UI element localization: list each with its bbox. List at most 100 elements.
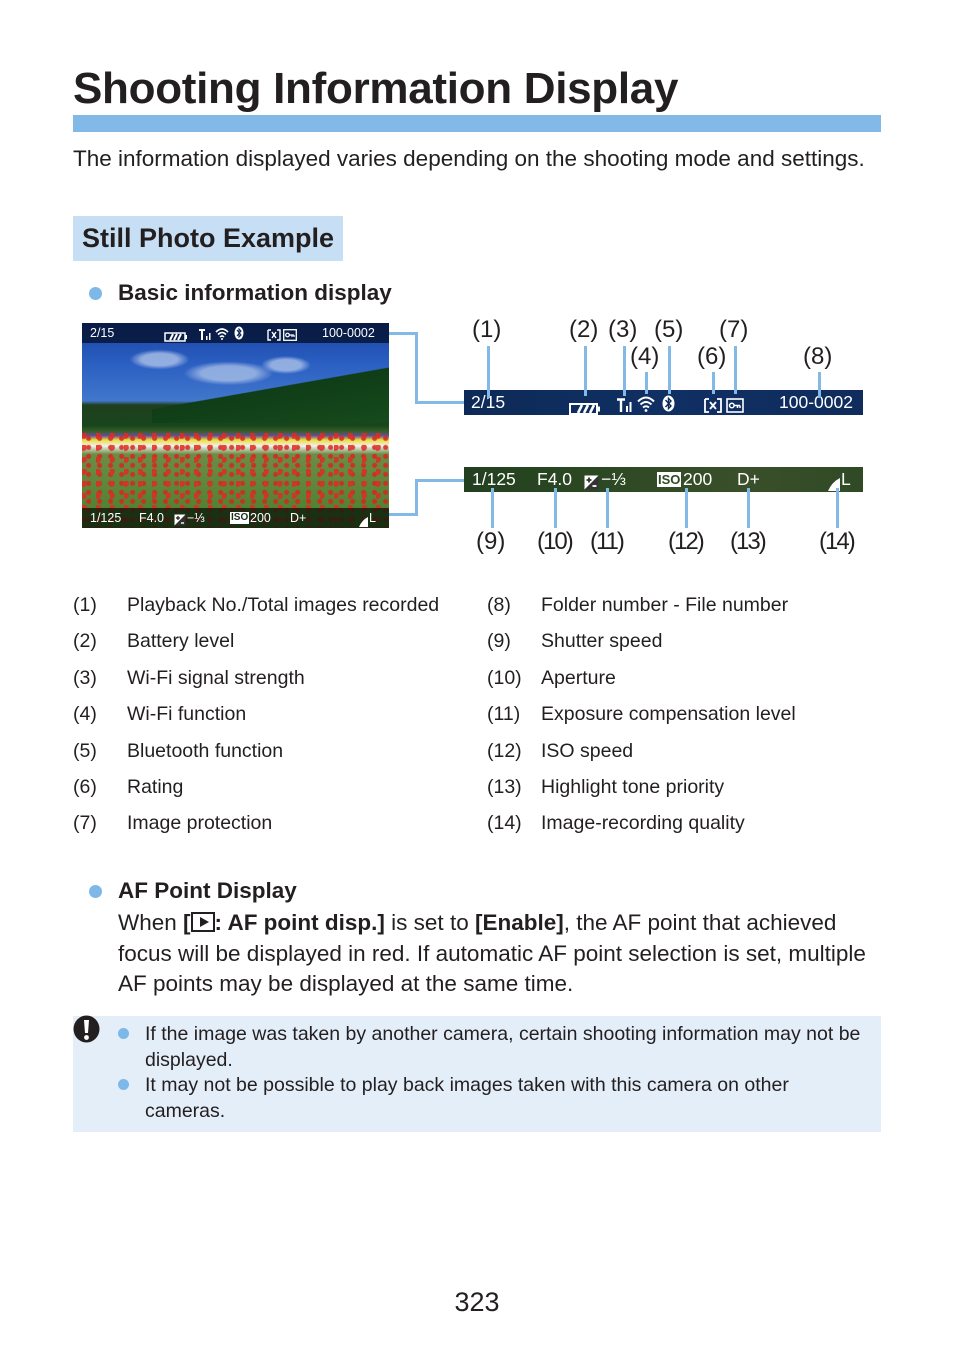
legend-number: (3) [73,666,97,689]
legend-label: Rating [127,776,184,798]
bullet-icon [118,1028,129,1039]
bullet-icon [89,287,102,300]
page-title: Shooting Information Display [73,64,679,113]
wifi-icon [215,326,229,346]
leader-line-2 [584,346,587,396]
legend-label: Highlight tone priority [541,776,725,798]
legend-number: (10) [487,666,522,689]
legend-label: Exposure compensation level [541,703,796,726]
osd-exposure-comp: −⅓ [187,511,205,525]
af-text-when: When [118,910,184,935]
callout-7: (7) [719,316,749,343]
leader-line-5 [668,346,671,394]
osd-shutter: 1/125 [90,511,122,525]
legend-label: Folder number - File number [541,594,789,616]
leader-line-4 [645,372,648,394]
af-point-heading: AF Point Display [118,878,297,903]
connector-line [415,479,464,482]
callout-8: (8) [803,343,833,370]
bluetooth-icon [662,394,675,419]
legend-label: ISO speed [541,739,634,762]
callout-3: (3) [608,316,638,343]
basic-info-heading: Basic information display [118,280,392,305]
af-menu-item: : AF point disp.] [214,910,385,935]
af-setting: [Enable] [474,910,564,935]
strip-exposure-comp: −⅓ [601,469,626,489]
protect-icon [726,395,744,420]
osd-aperture: F4.0 [139,511,165,525]
leader-line-13 [747,488,750,528]
bullet-icon [118,1079,129,1090]
signal-strength-icon [616,395,632,420]
enlarged-osd-bottom: 1/125 F4.0 −⅓ ISO 200 D+ L [464,467,863,492]
leader-line-14 [836,488,839,528]
osd-playback: 2/15 [90,326,115,340]
legend-label: Image-recording quality [541,812,745,835]
caution-item-1: If the image was taken by another camera… [145,1023,861,1071]
leader-line-3 [623,346,626,396]
callout-10: (10) [537,528,574,555]
callout-11: (11) [590,528,625,555]
intro-paragraph: The information displayed varies dependi… [73,146,865,171]
bluetooth-icon [234,326,244,346]
callout-4: (4) [630,343,660,370]
af-point-paragraph: When [: AF point disp.] is set to [Enabl… [118,908,878,1000]
connector-line [389,332,417,335]
iso-icon: ISO [657,472,682,487]
legend-label: Wi-Fi function [127,703,247,726]
photo-osd-top: 2/15 100-0002 [82,323,389,343]
legend-number: (2) [73,630,97,653]
enlarged-osd-top: 2/15 100-0002 [464,390,863,415]
photo-osd-bottom: 1/125 F4.0 −⅓ ISO 200 D+ L [82,508,389,528]
legend-label: Image protection [127,812,273,835]
legend-number: (7) [73,812,97,835]
leader-line-7 [734,346,737,394]
legend-label: Aperture [541,666,616,689]
callout-12: (12) [668,528,705,555]
osd-highlight-tone: D+ [290,511,307,525]
af-bracket-open: [ [183,910,191,935]
page-number: 323 [454,1287,500,1317]
caution-icon [72,1015,102,1045]
legend-number: (14) [487,812,522,835]
callout-9: (9) [476,528,506,555]
legend-number: (6) [73,776,97,798]
battery-icon [569,397,601,422]
legend-number: (1) [73,594,97,616]
legend-number: (11) [487,703,521,726]
leader-line-1 [487,346,490,398]
osd-iso: 200 [250,511,271,525]
battery-icon [164,328,188,348]
connector-line [415,332,418,404]
sample-photo: 2/15 100-0002 1/125 F4.0 −⅓ ISO 200 D+ L [82,323,389,528]
callout-5: (5) [654,316,684,343]
caution-item-2: It may not be possible to play back imag… [145,1074,789,1122]
callout-14: (14) [819,528,856,555]
osd-folder-file: 100-0002 [322,326,375,340]
title-underline-bar [73,115,881,132]
wifi-icon [637,394,655,419]
legend-number: (8) [487,594,511,616]
bullet-icon [89,885,102,898]
leader-line-9 [491,488,494,528]
legend-label: Shutter speed [541,630,663,653]
leader-line-8 [818,372,821,398]
leader-line-11 [606,488,609,528]
legend-label: Playback No./Total images recorded [127,594,440,616]
legend-number: (9) [487,630,511,653]
callout-13: (13) [730,528,767,555]
playback-menu-icon [190,912,215,932]
legend-number: (4) [73,703,97,726]
callout-1: (1) [472,316,502,343]
quality-large-icon [359,513,368,528]
callout-2: (2) [569,316,599,343]
signal-strength-icon [198,327,212,347]
connector-line [415,401,464,404]
legend-label: Wi-Fi signal strength [127,666,305,689]
connector-line [389,513,417,516]
osd-quality: L [369,511,376,525]
section-heading: Still Photo Example [73,216,344,261]
rating-icon [267,327,281,347]
rating-icon [704,395,722,420]
exposure-comp-icon [584,472,599,497]
